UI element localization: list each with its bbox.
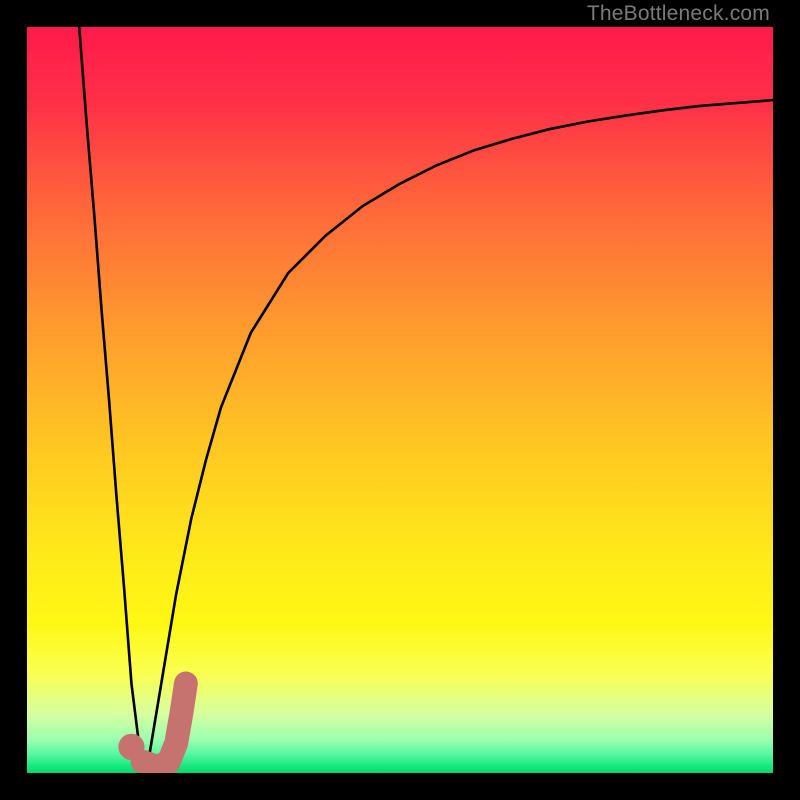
watermark-text: TheBottleneck.com xyxy=(587,2,770,26)
plot-area xyxy=(27,27,773,773)
curve-right-arm xyxy=(146,100,773,773)
marker-j-dot xyxy=(118,734,144,760)
chart-frame: TheBottleneck.com xyxy=(0,0,800,800)
curve-left-arm xyxy=(79,27,146,773)
chart-curves xyxy=(27,27,773,773)
marker-j-stroke xyxy=(143,683,186,767)
